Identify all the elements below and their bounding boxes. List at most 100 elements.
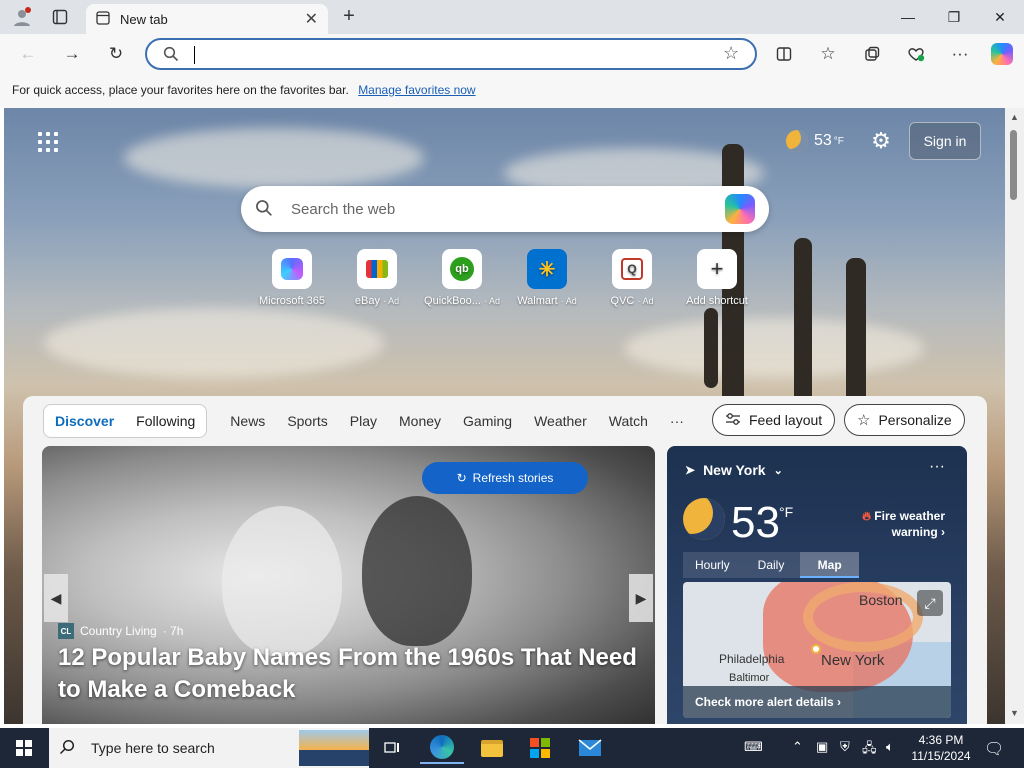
close-window-button[interactable]: ✕ (977, 4, 1023, 30)
story-age: · 7h (162, 624, 184, 638)
tab-daily[interactable]: Daily (742, 558, 801, 572)
location-name: New York (703, 462, 766, 478)
feed-layout-label: Feed layout (749, 412, 823, 428)
favorites-icon[interactable]: ☆ (814, 41, 842, 67)
title-bar: New tab ✕ + — ❐ ✕ (0, 0, 1024, 34)
shortcut-add[interactable]: + Add shortcut (672, 249, 762, 307)
restore-button[interactable]: ❐ (931, 4, 977, 30)
scroll-up-icon[interactable]: ▲ (1010, 112, 1019, 122)
tab-watch[interactable]: Watch (598, 413, 659, 429)
new-tab-page: 53 °F ⚙ Sign in Search the web Microsoft… (4, 108, 1005, 724)
tab-following[interactable]: Following (125, 413, 206, 429)
search-icon (59, 739, 75, 758)
shortcut-quickbooks[interactable]: qb QuickBoo... · Ad (417, 249, 507, 307)
scroll-down-icon[interactable]: ▼ (1010, 708, 1019, 718)
tab-hourly[interactable]: Hourly (683, 558, 742, 572)
new-tab-button[interactable]: + (338, 6, 360, 28)
device-icon[interactable]: ▣ (816, 739, 828, 755)
security-icon[interactable]: ⛨ (840, 739, 850, 755)
page-scrollbar[interactable]: ▲ ▼ (1005, 108, 1024, 724)
tab-map[interactable]: Map (800, 552, 860, 578)
plus-icon: + (697, 249, 737, 289)
split-screen-icon[interactable] (770, 41, 798, 67)
shortcut-walmart[interactable]: ✳ Walmart · Ad (502, 249, 592, 307)
system-clock[interactable]: 4:36 PM 11/15/2024 (908, 732, 974, 764)
task-view-icon[interactable] (370, 732, 414, 764)
tab-actions-icon[interactable] (48, 5, 72, 29)
scrollbar-thumb[interactable] (1010, 130, 1017, 200)
keyboard-icon[interactable]: ⌨ (744, 739, 763, 755)
feed-mode-toggle: Discover Following (43, 404, 208, 438)
personalize-button[interactable]: ☆ Personalize (844, 404, 965, 436)
ad-label: · Ad (637, 296, 654, 306)
copilot-icon[interactable] (725, 194, 755, 224)
weather-location[interactable]: ➤ New York ⌄ (685, 462, 783, 478)
profile-icon[interactable] (10, 5, 34, 29)
edge-taskbar-icon[interactable] (420, 732, 464, 764)
weather-more-button[interactable]: ··· (929, 458, 945, 476)
sign-in-button[interactable]: Sign in (909, 122, 981, 160)
weather-alert-map[interactable]: Boston Philadelphia New York Baltimor ⤢ … (683, 582, 951, 718)
copilot-icon[interactable] (988, 41, 1016, 67)
address-bar[interactable]: ☆ (145, 38, 757, 70)
feed-layout-button[interactable]: Feed layout (712, 404, 836, 436)
story-title[interactable]: 12 Popular Baby Names From the 1960s Tha… (58, 642, 648, 706)
back-button[interactable]: ← (14, 41, 42, 67)
collections-icon[interactable] (858, 41, 886, 67)
chevron-down-icon: ⌄ (773, 464, 783, 477)
settings-gear-icon[interactable]: ⚙ (868, 128, 894, 154)
moon-icon (683, 498, 725, 540)
hero-story-card[interactable]: ↻ Refresh stories ◀ ▶ CL Country Living … (42, 446, 655, 724)
more-tabs-button[interactable]: ··· (659, 413, 695, 429)
previous-story-button[interactable]: ◀ (44, 574, 68, 622)
new-tab-page-icon (96, 10, 110, 28)
tab-news[interactable]: News (219, 413, 276, 429)
refresh-icon: ↻ (456, 471, 467, 485)
notifications-icon[interactable]: 🗨︎ (984, 739, 1004, 759)
sparkle-icon: ☆ (857, 412, 871, 429)
weather-summary[interactable]: 53 °F (786, 130, 844, 152)
expand-map-icon[interactable]: ⤢ (917, 590, 943, 616)
clock-time: 4:36 PM (918, 733, 964, 747)
tab-play[interactable]: Play (339, 413, 388, 429)
search-highlight-image (299, 730, 369, 766)
mail-icon[interactable] (568, 732, 612, 764)
check-alert-details-link[interactable]: Check more alert details › (683, 686, 951, 718)
shortcut-ebay[interactable]: eBay · Ad (332, 249, 422, 307)
network-icon[interactable]: 🖧︎ (862, 739, 877, 761)
shortcut-microsoft-365[interactable]: Microsoft 365 (247, 249, 337, 307)
tab-gaming[interactable]: Gaming (452, 413, 523, 429)
tab-money[interactable]: Money (388, 413, 452, 429)
tab-discover[interactable]: Discover (44, 413, 125, 429)
web-search-box[interactable]: Search the web (241, 186, 769, 232)
app-launcher-icon[interactable] (38, 132, 58, 152)
file-explorer-icon[interactable] (470, 732, 514, 764)
shortcut-label: Add shortcut (686, 295, 748, 307)
fire-weather-alert[interactable]: 🔥︎ Fire weather warning › (847, 508, 945, 540)
manage-favorites-link[interactable]: Manage favorites now (358, 83, 475, 97)
refresh-button[interactable]: ↻ (102, 41, 130, 67)
address-input[interactable] (193, 44, 693, 64)
moon-icon (786, 130, 808, 152)
ad-label: · Ad (383, 296, 400, 306)
weather-card[interactable]: ➤ New York ⌄ ··· 53 °F 🔥︎ Fire weather w… (667, 446, 967, 724)
more-options-icon[interactable]: ··· (946, 41, 974, 67)
shortcut-qvc[interactable]: Q QVC · Ad (587, 249, 677, 307)
add-favorite-icon[interactable]: ☆ (723, 43, 739, 64)
close-tab-icon[interactable]: ✕ (305, 9, 318, 29)
forward-button[interactable]: → (58, 41, 86, 67)
next-story-button[interactable]: ▶ (629, 574, 653, 622)
shortcut-label: Walmart (517, 295, 558, 307)
start-button[interactable] (0, 728, 48, 768)
volume-icon[interactable]: 🔈︎ (886, 739, 894, 755)
tab-sports[interactable]: Sports (276, 413, 338, 429)
minimize-button[interactable]: — (885, 4, 931, 30)
alert-text: Fire weather warning (874, 509, 945, 539)
tab-weather[interactable]: Weather (523, 413, 598, 429)
tab-new-tab[interactable]: New tab ✕ (86, 4, 328, 34)
microsoft-store-icon[interactable] (518, 732, 562, 764)
browser-essentials-icon[interactable] (902, 41, 930, 67)
show-hidden-icons[interactable]: ⌃ (792, 739, 803, 755)
taskbar-search-box[interactable]: Type here to search (49, 728, 369, 768)
refresh-stories-button[interactable]: ↻ Refresh stories (422, 462, 588, 494)
